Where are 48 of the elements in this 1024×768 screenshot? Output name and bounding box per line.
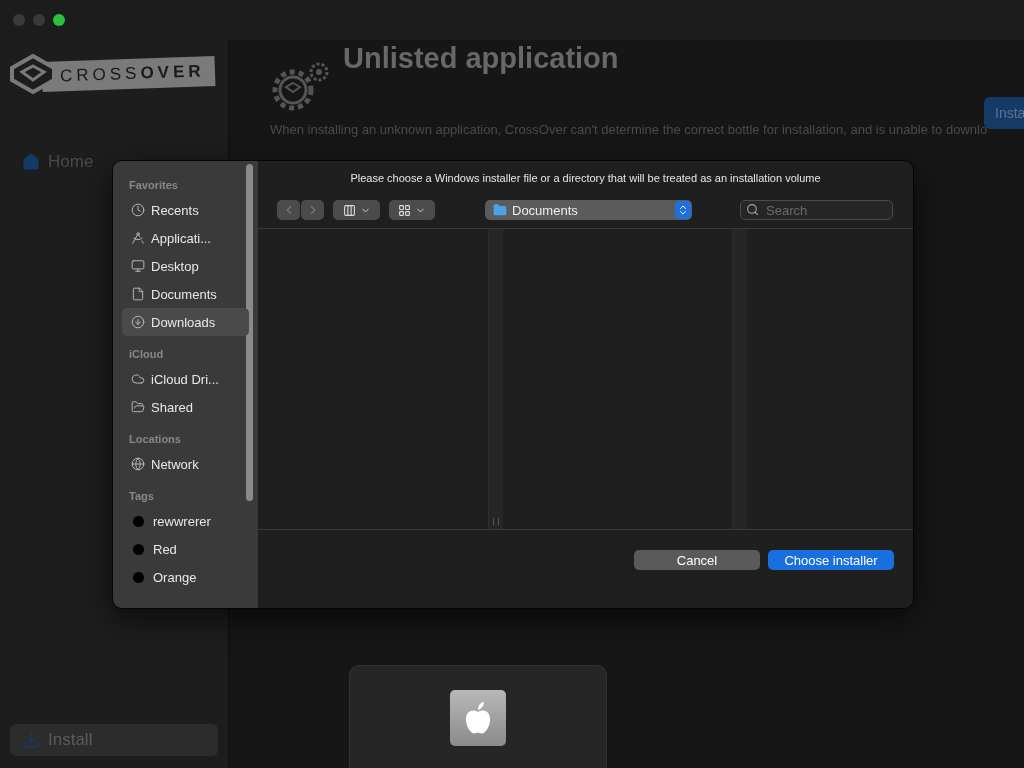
apple-icon: [450, 690, 506, 746]
tag-dot: [133, 515, 144, 527]
tag-dot: [133, 571, 144, 583]
sidebar-item[interactable]: Red: [122, 535, 249, 563]
cloud-icon: [131, 372, 145, 386]
logo-text: CROSSOVER: [41, 56, 216, 92]
sidebar-item[interactable]: Desktop: [122, 252, 249, 280]
page-title: Unlisted application: [343, 42, 619, 76]
tag-dot: [133, 543, 144, 555]
sidebar-item[interactable]: rewwrerer: [122, 507, 249, 535]
grid-icon: [398, 203, 411, 217]
scrollbar[interactable]: [246, 164, 253, 501]
section-heading: Favorites: [128, 179, 179, 191]
platform-card[interactable]: [349, 665, 607, 768]
sidebar-item[interactable]: Orange: [122, 563, 249, 591]
section-heading: Locations: [128, 433, 182, 445]
sidebar-item[interactable]: Documents: [122, 280, 249, 308]
document-icon: [131, 287, 145, 301]
monitor-icon: [131, 259, 145, 273]
forward-button[interactable]: [301, 200, 324, 220]
install-icon: [22, 731, 40, 749]
sidebar-item[interactable]: Network: [122, 450, 249, 478]
sidebar-item[interactable]: Recents: [122, 196, 249, 224]
folder-icon: [131, 400, 145, 414]
home-icon: [22, 153, 40, 171]
stepper-icon: [675, 201, 691, 219]
location-popup[interactable]: Documents: [485, 200, 692, 220]
section-heading: Tags: [128, 490, 155, 502]
zoom-button[interactable]: [53, 14, 65, 26]
back-button[interactable]: [277, 200, 300, 220]
clock-icon: [131, 203, 145, 217]
download-icon: [131, 315, 145, 329]
sidebar-item[interactable]: Applicati...: [122, 224, 249, 252]
sidebar-item[interactable]: iCloud Dri...: [122, 365, 249, 393]
choose-button[interactable]: Choose installer: [768, 550, 894, 570]
section-heading: iCloud: [128, 348, 165, 360]
dialog-message: Please choose a Windows installer file or a directory that will be treated as an installation volume: [349, 171, 822, 186]
grid-view-button[interactable]: [389, 200, 435, 220]
search-field[interactable]: Search: [740, 200, 893, 220]
compass-icon: [131, 231, 145, 245]
sidebar-item[interactable]: Downloads: [122, 308, 249, 336]
column-view-button[interactable]: [333, 200, 380, 220]
cancel-button[interactable]: Cancel: [634, 550, 760, 570]
globe-icon: [131, 457, 145, 471]
search-icon: [746, 203, 759, 216]
columns-icon: [342, 203, 356, 217]
folder-icon: [493, 203, 507, 217]
sidebar-item[interactable]: Shared: [122, 393, 249, 421]
